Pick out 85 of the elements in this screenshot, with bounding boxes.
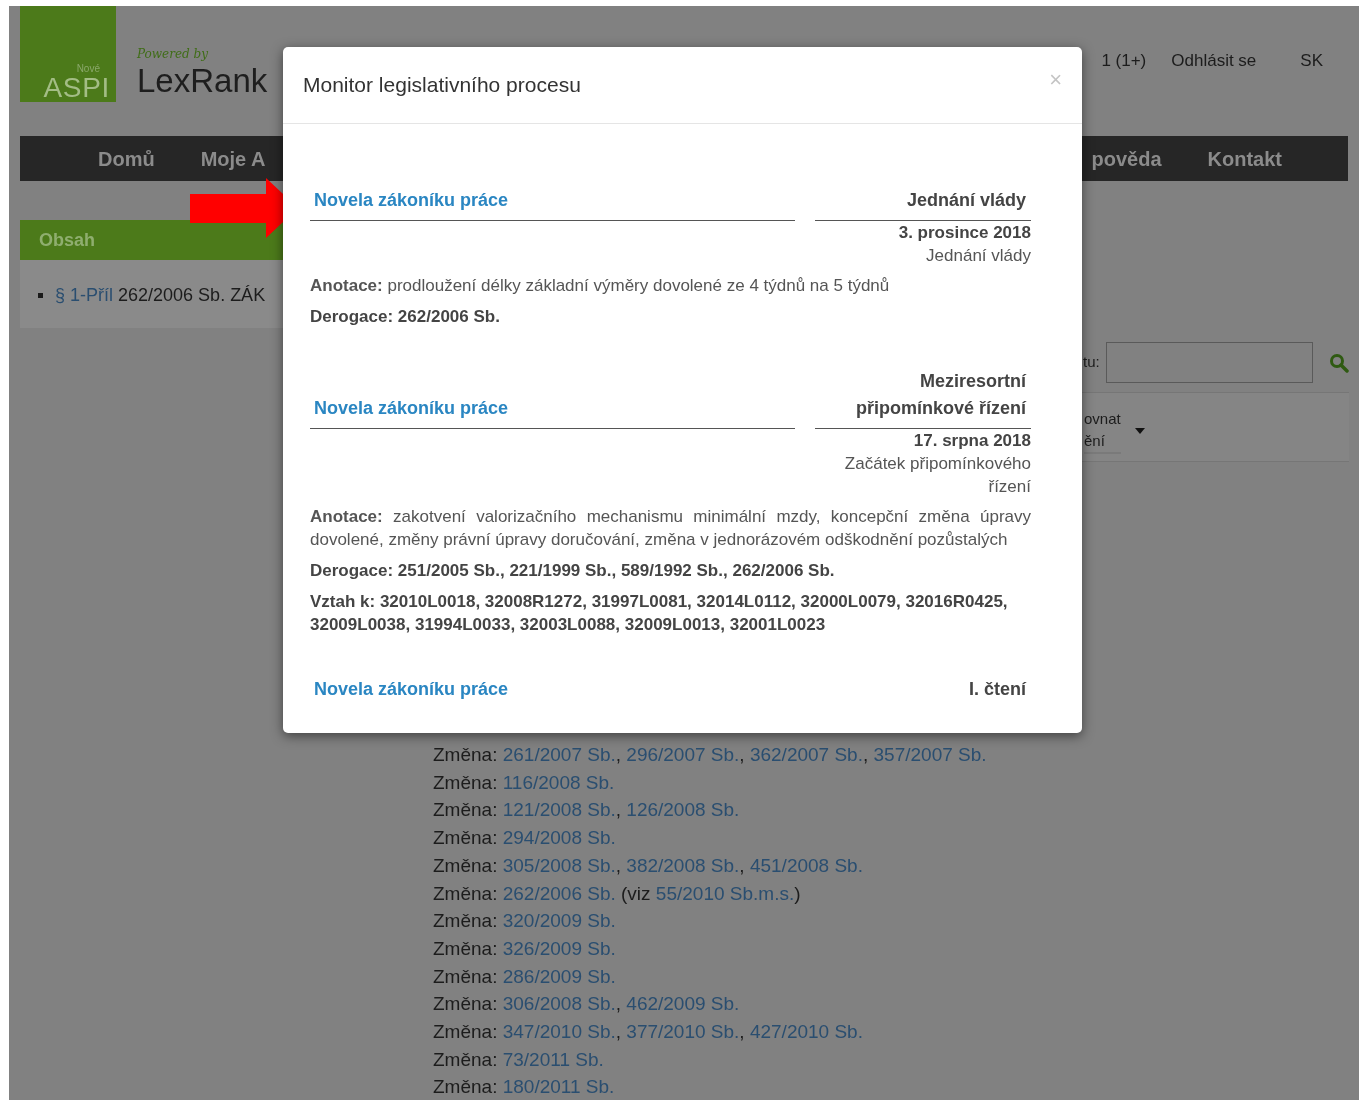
amendment-text: Změna: [433,1021,499,1043]
law-link[interactable]: 286/2009 Sb. [502,965,616,987]
law-link[interactable]: 296/2007 Sb. [626,744,740,765]
amendment-text: Změna: [433,993,499,1015]
close-button[interactable]: × [1049,69,1062,91]
amendment-text: Změna: [433,744,499,765]
amendment-text: , [615,1021,623,1043]
law-link[interactable]: 357/2007 Sb. [873,744,987,765]
amendment-text: , [615,799,623,821]
law-link[interactable]: 347/2010 Sb. [502,1021,616,1043]
entry-title-link[interactable]: Novela zákoníku práce [314,190,509,210]
amendment-text: Změna: [433,827,499,849]
law-link[interactable]: 382/2008 Sb. [626,854,740,876]
amendment-text: Změna: [433,910,499,932]
derogation-text: Derogace: 262/2006 Sb. [310,306,501,328]
sidebar-link[interactable]: § 1-Příl [55,282,114,309]
amendment-text: Změna: [433,965,499,987]
law-link[interactable]: 451/2008 Sb. [749,854,863,876]
search-icon[interactable] [1328,352,1349,373]
modal-title: Monitor legislativního procesu [303,72,581,99]
amendment-text: , [615,854,623,876]
law-link[interactable]: 306/2008 Sb. [502,993,616,1015]
law-link[interactable]: 462/2009 Sb. [626,993,740,1015]
annotation-text: Anotace: zakotvení valorizačního mechanismu minimální mzdy, koncepční změna úpravy dovolené, změny právní úpravy doručování, změna v jednorázovém odškodnění pozůstalých [310,506,1031,551]
header-link[interactable]: Odhlásit se [1171,48,1257,74]
sort-label: ění [1084,431,1106,451]
amendment-text: , [862,744,870,765]
amendment-text: Změna: [433,1048,499,1070]
search-label: tu: [1083,352,1100,373]
amendment-text: , [615,744,623,765]
caret-icon[interactable] [1134,428,1145,434]
amendment-text: Změna: [433,854,499,876]
nav-link[interactable]: Kontakt [1207,143,1282,174]
logo-text: ASPI [43,74,110,102]
sidebar-item-text: 262/2006 Sb. ZÁK [118,284,266,307]
amendment-text: Změna: [433,1076,499,1098]
nav-link[interactable]: pověda [1091,143,1162,174]
header-link[interactable]: SK [1300,48,1323,74]
amendment-text: Změna: [433,799,499,821]
amendment-text: ) [794,882,801,904]
nav-link[interactable]: Domů [98,143,155,174]
stage-event: Začátek připomínkového řízení [843,453,1031,498]
entry-title-link[interactable]: Novela zákoníku práce [314,679,509,699]
annotation-text: Anotace: prodloužení délky základní výměry dovolené ze 4 týdnů na 5 týdnů [310,275,891,297]
logo[interactable]: Nové ASPI [20,6,116,102]
amendment-text: Změna: [433,937,499,959]
law-link[interactable]: 362/2007 Sb. [749,744,863,765]
amendment-text: (viz [620,882,652,904]
law-link[interactable]: 262/2006 Sb. [502,882,616,904]
stage-date: 3. prosince 2018 [898,222,1031,244]
sort-label: ovnat [1084,409,1121,429]
law-link[interactable]: 427/2010 Sb. [749,1021,863,1043]
law-link[interactable]: 73/2011 Sb. [502,1048,604,1070]
law-link[interactable]: 116/2008 Sb. [502,771,615,793]
amendment-text: , [739,1021,746,1043]
law-link[interactable]: 261/2007 Sb. [502,744,616,765]
law-link[interactable]: 55/2010 Sb.m.s. [655,882,795,904]
amendment-text: , [615,993,623,1015]
law-link[interactable]: 294/2008 Sb. [502,827,616,849]
stage-label: Jednání vlády [906,190,1026,210]
law-link[interactable]: 320/2009 Sb. [502,910,616,932]
law-link[interactable]: 180/2011 Sb. [502,1076,615,1098]
powered-by-text: Powered by [137,48,209,60]
amendment-text: Změna: [433,771,499,793]
relation-text: Vztah k: 32010L0018, 32008R1272, 31997L0081, 32014L0112, 32000L0079, 32016R0425, 32009L0038, 31994L0033, 32003L0088, 32009L0013, 32001L0023 [310,591,1009,636]
law-link[interactable]: 305/2008 Sb. [502,854,616,876]
law-link[interactable]: 126/2008 Sb. [626,799,740,821]
entry-title-link[interactable]: Novela zákoníku práce [314,398,509,418]
amendment-text: , [739,744,746,765]
law-link[interactable]: 377/2010 Sb. [626,1021,740,1043]
amendment-text: Změna: [433,882,499,904]
nav-link[interactable]: Moje A [200,143,266,174]
brand-name: LexRank [137,64,268,97]
stage-label: Meziresortní připomínkové řízení [855,371,1026,418]
bullet-icon [38,293,43,298]
search-field[interactable] [1105,342,1313,383]
stage-label: I. čtení [969,679,1026,699]
stage-event: Jednání vlády [926,245,1031,267]
amendment-text: , [739,854,746,876]
law-link[interactable]: 121/2008 Sb. [502,799,616,821]
stage-date: 17. srpna 2018 [913,430,1031,452]
header-link[interactable]: 1 (1+) [1101,48,1147,74]
law-link[interactable]: 326/2009 Sb. [502,937,616,959]
logo-caption: Nové [76,64,100,74]
derogation-text: Derogace: 251/2005 Sb., 221/1999 Sb., 589/1992 Sb., 262/2006 Sb. [310,560,836,582]
